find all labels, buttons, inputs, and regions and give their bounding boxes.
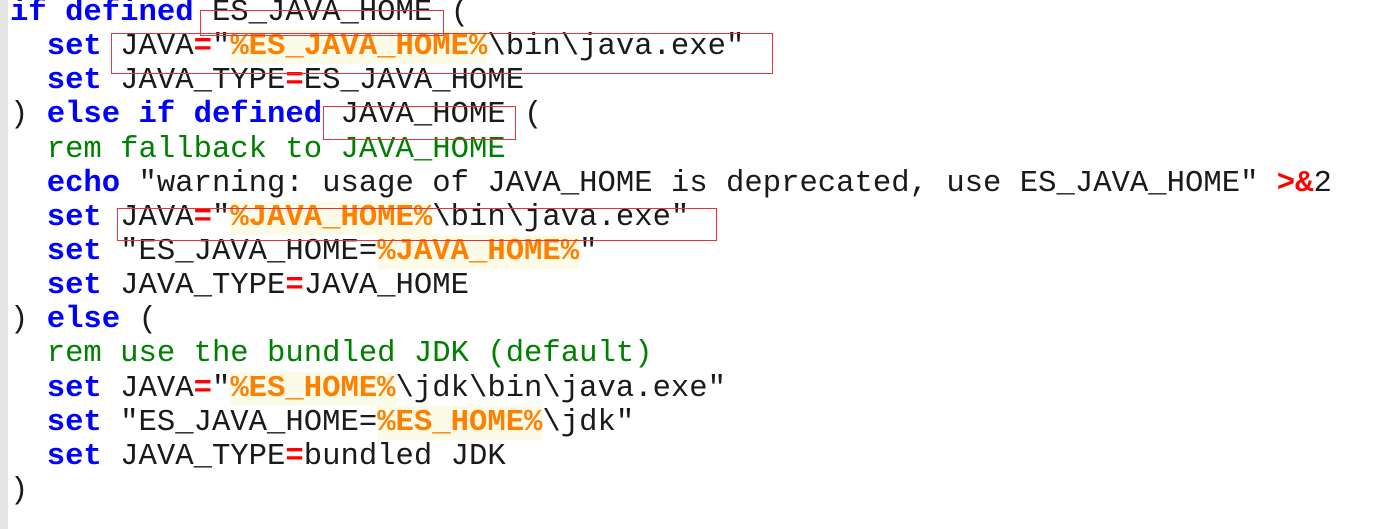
text-token: bundled JDK — [303, 439, 506, 474]
code-editor[interactable]: if defined ES_JAVA_HOME ( set JAVA="%ES_… — [10, 0, 1332, 508]
keyword-token: set — [46, 405, 102, 440]
keyword-token: if defined — [10, 0, 194, 30]
operator-token: = — [285, 439, 304, 474]
keyword-token: set — [46, 371, 102, 406]
editor-gutter — [0, 0, 8, 529]
text-token: 2 — [1313, 166, 1332, 201]
comment-token: rem use the bundled JDK (default) — [46, 337, 653, 372]
code-line: set "ES_JAVA_HOME=%ES_HOME%\jdk" — [10, 405, 1332, 440]
text-token: "ES_JAVA_HOME= — [101, 405, 378, 440]
keyword-token: set — [46, 269, 102, 304]
keyword-token: echo — [46, 166, 121, 201]
code-line: ) else if defined JAVA_HOME ( — [10, 98, 1332, 132]
text-token: " — [211, 371, 231, 406]
code-line: set JAVA="%ES_HOME%\jdk\bin\java.exe" — [10, 371, 1332, 406]
text-token: ) — [10, 98, 47, 133]
code-line: echo "warning: usage of JAVA_HOME is dep… — [10, 167, 1332, 201]
variable-token: %ES_HOME% — [377, 405, 543, 440]
operator-token: >& — [1276, 166, 1314, 201]
code-line: set JAVA_TYPE=JAVA_HOME — [10, 269, 1332, 303]
highlight-box-java-home — [323, 106, 516, 140]
text-token: ) — [10, 303, 47, 338]
text-token: \jdk" — [542, 405, 635, 440]
highlight-box-java-es-java-home — [111, 33, 773, 74]
code-line: ) — [10, 474, 1332, 508]
operator-token: = — [285, 269, 304, 304]
keyword-token: set — [46, 200, 102, 235]
keyword-token: set — [46, 234, 102, 269]
text-token: JAVA — [101, 371, 194, 406]
highlight-box-java-java-home — [117, 208, 717, 241]
code-line: rem fallback to JAVA_HOME — [10, 133, 1332, 167]
text-token: "warning: usage of JAVA_HOME is deprecat… — [120, 166, 1277, 201]
keyword-token: set — [46, 30, 102, 65]
code-line: ) else ( — [10, 303, 1332, 337]
code-line: set JAVA_TYPE=bundled JDK — [10, 440, 1332, 474]
code-line: rem use the bundled JDK (default) — [10, 337, 1332, 371]
text-token: \jdk\bin\java.exe" — [395, 371, 727, 406]
text-token: ( — [120, 303, 157, 338]
text-token: ) — [10, 473, 29, 508]
keyword-token: else — [46, 303, 121, 338]
keyword-token: set — [46, 64, 102, 99]
operator-token: = — [193, 371, 212, 406]
text-token: JAVA_TYPE — [101, 269, 286, 304]
text-token: JAVA_TYPE — [101, 439, 286, 474]
variable-token: %ES_HOME% — [230, 371, 396, 406]
text-token: JAVA_HOME — [303, 269, 469, 304]
keyword-token: else if defined — [46, 98, 323, 133]
keyword-token: set — [46, 439, 102, 474]
